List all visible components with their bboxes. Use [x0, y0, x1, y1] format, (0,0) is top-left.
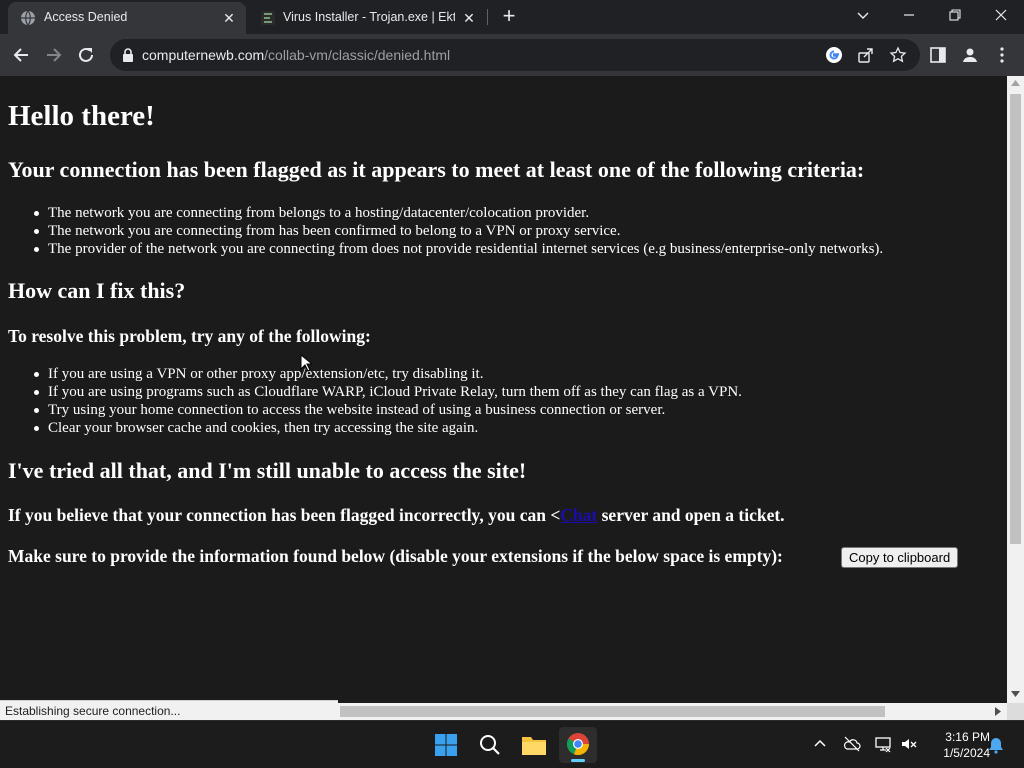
- still-unable-heading: I've tried all that, and I'm still unabl…: [8, 458, 527, 483]
- scroll-up-icon: [1011, 80, 1020, 86]
- minimize-icon: [904, 14, 914, 16]
- criteria-heading: Your connection has been flagged as it a…: [8, 157, 865, 182]
- volume-muted-icon[interactable]: [900, 735, 918, 753]
- vertical-scroll-thumb[interactable]: [1010, 94, 1021, 544]
- provide-info-text: Make sure to provide the information fou…: [8, 546, 783, 566]
- mouse-cursor-icon: [300, 354, 312, 372]
- fixes-list: If you are using a VPN or other proxy ap…: [34, 365, 742, 437]
- chevron-up-icon[interactable]: [811, 735, 829, 753]
- tab-strip: Access Denied ✕ Virus Installer - Trojan…: [0, 0, 1024, 34]
- vertical-scrollbar[interactable]: [1007, 76, 1024, 703]
- tab-search-button[interactable]: [840, 0, 886, 32]
- tab-title: Access Denied: [44, 10, 128, 24]
- menu-kebab-icon[interactable]: [993, 46, 1011, 64]
- copy-to-clipboard-button[interactable]: Copy to clipboard: [841, 547, 959, 568]
- list-item: Clear your browser cache and cookies, th…: [34, 419, 742, 437]
- close-icon[interactable]: ✕: [460, 9, 478, 27]
- tab-access-denied[interactable]: Access Denied ✕: [8, 2, 246, 34]
- list-item: Try using your home connection to access…: [34, 401, 742, 419]
- chrome-icon: [566, 733, 590, 756]
- tab-title: Virus Installer - Trojan.exe | Ektoplasm: [283, 10, 455, 24]
- notification-bell-icon[interactable]: [987, 736, 1005, 754]
- page-title: Hello there!: [8, 100, 155, 132]
- windows-logo-icon: [435, 734, 457, 756]
- chat-link[interactable]: Chat: [560, 505, 597, 525]
- chrome-button[interactable]: [559, 727, 597, 763]
- tab-virus-installer[interactable]: Virus Installer - Trojan.exe | Ektoplasm…: [248, 2, 486, 34]
- fix-heading: How can I fix this?: [8, 278, 186, 303]
- forward-button[interactable]: [41, 42, 67, 68]
- folder-icon: [522, 737, 546, 755]
- search-icon: [480, 735, 500, 755]
- search-button[interactable]: [471, 727, 509, 763]
- side-panel-icon[interactable]: [929, 46, 947, 64]
- list-item: The network you are connecting from has …: [33, 222, 883, 240]
- start-button[interactable]: [427, 727, 465, 763]
- horizontal-scroll-thumb[interactable]: [340, 706, 885, 717]
- page-viewport: Hello there! Your connection has been fl…: [0, 76, 1007, 703]
- list-item: The network you are connecting from belo…: [33, 204, 883, 222]
- address-bar[interactable]: computernewb.com/collab-vm/classic/denie…: [110, 39, 920, 71]
- share-icon[interactable]: [857, 46, 875, 64]
- clock-date: 1/5/2024: [943, 746, 990, 760]
- google-lens-icon[interactable]: [825, 46, 843, 64]
- criteria-list: The network you are connecting from belo…: [33, 204, 884, 258]
- reload-icon: [79, 47, 93, 62]
- globe-icon: [20, 10, 36, 26]
- chevron-down-icon: [857, 12, 869, 19]
- lock-icon[interactable]: [122, 48, 134, 62]
- resolve-heading: To resolve this problem, try any of the …: [8, 326, 371, 346]
- site-icon: [260, 10, 276, 26]
- file-explorer-button[interactable]: [515, 727, 553, 763]
- scroll-down-icon: [1011, 691, 1020, 697]
- back-button[interactable]: [8, 42, 34, 68]
- minimize-button[interactable]: [886, 0, 932, 32]
- close-icon[interactable]: ✕: [220, 9, 238, 27]
- url-text[interactable]: computernewb.com/collab-vm/classic/denie…: [142, 47, 450, 63]
- arrow-left-icon: [13, 48, 28, 62]
- list-item: If you are using programs such as Cloudf…: [34, 384, 742, 400]
- system-clock[interactable]: 3:16 PM 1/5/2024: [924, 729, 990, 761]
- bookmark-star-icon[interactable]: [889, 46, 907, 64]
- clock-time: 3:16 PM: [945, 730, 990, 744]
- arrow-right-icon: [47, 48, 62, 62]
- close-icon: [995, 9, 1007, 21]
- close-window-button[interactable]: [978, 0, 1024, 32]
- list-item: If you are using a VPN or other proxy ap…: [34, 365, 742, 383]
- network-icon[interactable]: [874, 735, 892, 753]
- incorrect-flag-text: If you believe that your connection has …: [8, 505, 785, 525]
- restore-icon: [949, 9, 961, 21]
- taskbar: 3:16 PM 1/5/2024: [0, 720, 1024, 768]
- scroll-right-icon: [995, 707, 1001, 716]
- restore-button[interactable]: [932, 0, 978, 32]
- profile-avatar-icon[interactable]: [961, 46, 979, 64]
- new-tab-button[interactable]: +: [498, 5, 520, 28]
- tab-separator: [487, 9, 488, 25]
- horizontal-scrollbar[interactable]: [338, 703, 1007, 720]
- scrollbar-corner: [1007, 703, 1024, 720]
- browser-toolbar: computernewb.com/collab-vm/classic/denie…: [0, 34, 1024, 76]
- active-app-indicator: [571, 759, 585, 762]
- reload-button[interactable]: [73, 42, 99, 68]
- onedrive-offline-icon[interactable]: [843, 735, 861, 753]
- list-item: The provider of the network you are conn…: [33, 241, 884, 257]
- status-bubble: Establishing secure connection...: [0, 700, 338, 720]
